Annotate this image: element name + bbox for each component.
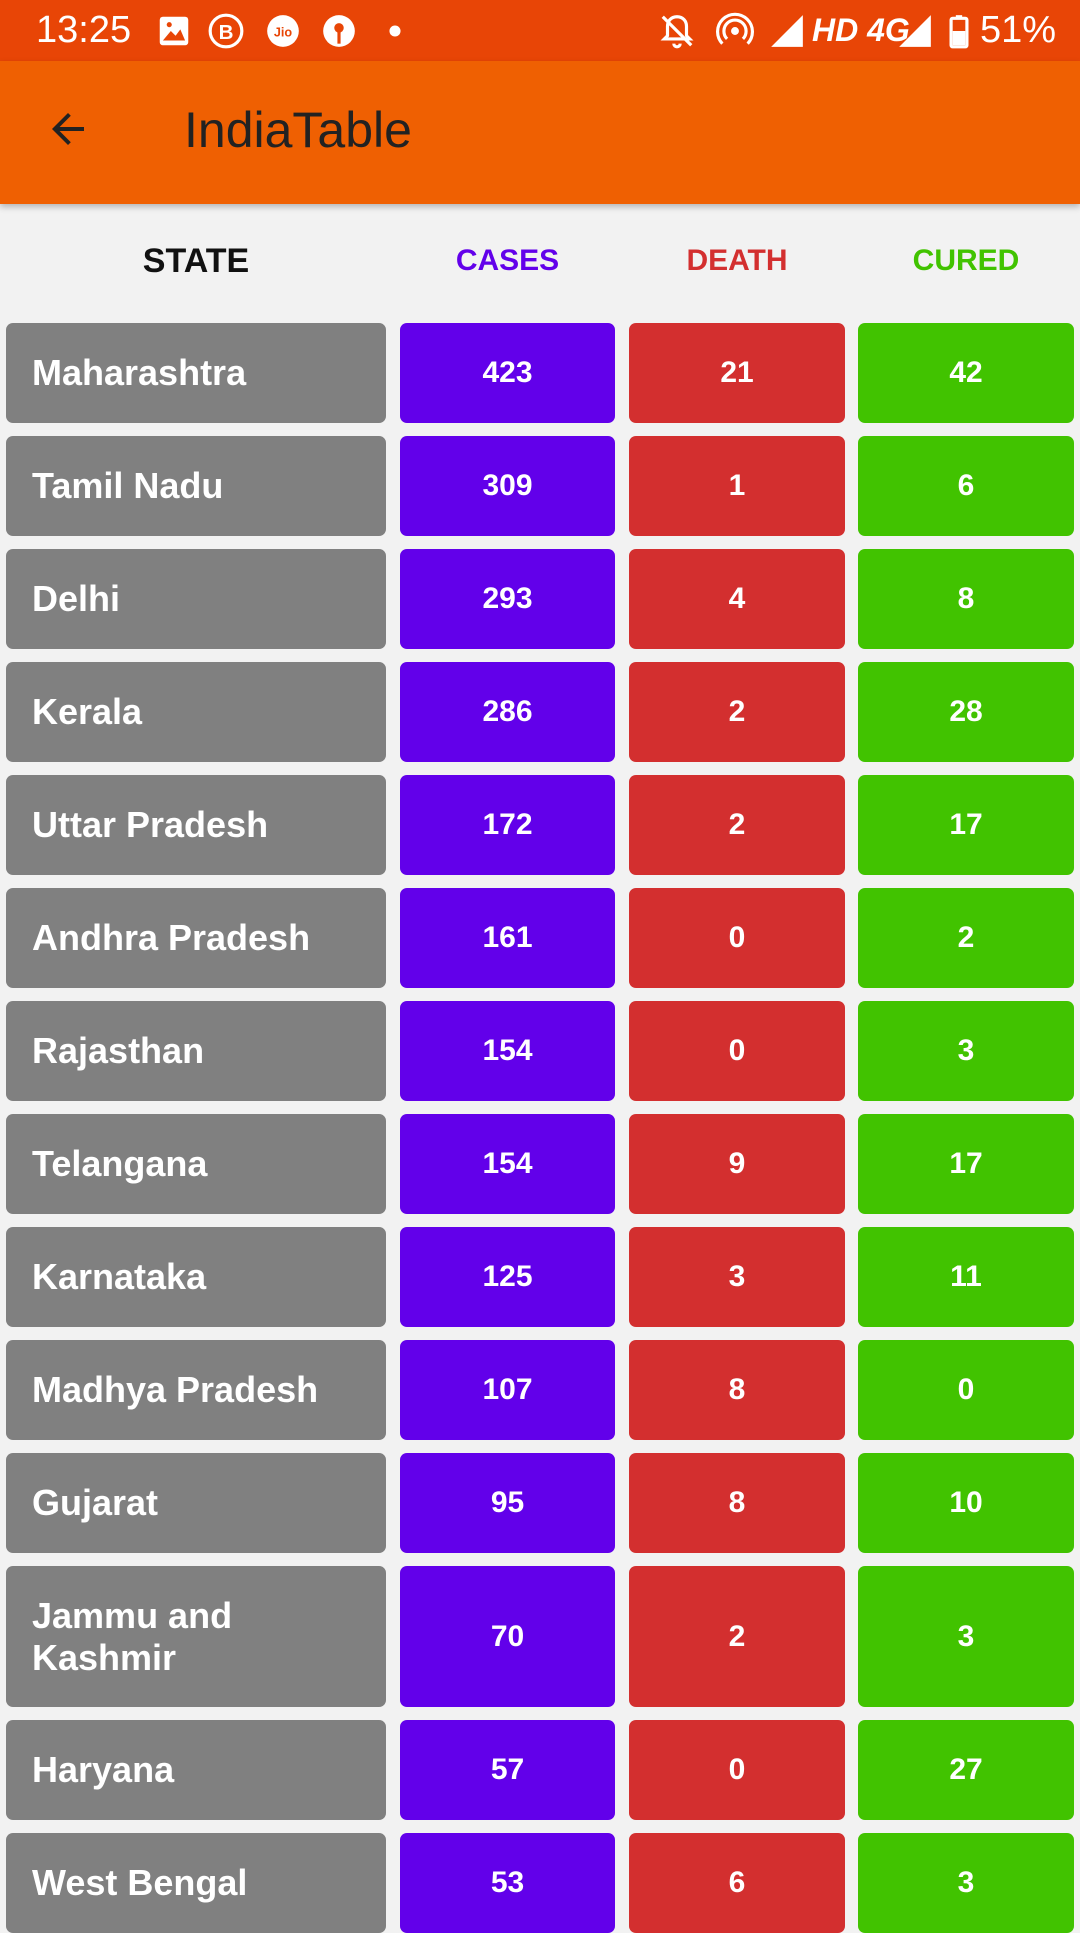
- table-row[interactable]: Rajasthan 154 0 3: [0, 1001, 1080, 1101]
- cured-cell: 42: [858, 323, 1074, 423]
- cured-cell: 2: [858, 888, 1074, 988]
- cured-cell: 3: [858, 1001, 1074, 1101]
- state-cell: Delhi: [6, 549, 386, 649]
- cured-cell: 10: [858, 1453, 1074, 1553]
- cases-cell: 286: [400, 662, 615, 762]
- table-row[interactable]: Jammu and Kashmir 70 2 3: [0, 1566, 1080, 1707]
- cases-cell: 107: [400, 1340, 615, 1440]
- death-cell: 1: [629, 436, 845, 536]
- state-cell: Andhra Pradesh: [6, 888, 386, 988]
- table-header: STATE CASES DEATH CURED: [0, 236, 1080, 286]
- death-cell: 2: [629, 1566, 845, 1707]
- cases-cell: 57: [400, 1720, 615, 1820]
- death-cell: 9: [629, 1114, 845, 1214]
- app-title: IndiaTable: [184, 102, 412, 158]
- battery-level: 51%: [980, 9, 1057, 51]
- table-row[interactable]: Kerala 286 2 28: [0, 662, 1080, 762]
- state-cell: West Bengal: [6, 1833, 386, 1933]
- header-death: DEATH: [686, 244, 788, 277]
- state-cell: Madhya Pradesh: [6, 1340, 386, 1440]
- death-cell: 8: [629, 1453, 845, 1553]
- cases-cell: 70: [400, 1566, 615, 1707]
- cases-cell: 154: [400, 1114, 615, 1214]
- signal-icon-2: [899, 15, 931, 47]
- cured-cell: 28: [858, 662, 1074, 762]
- table-row[interactable]: Delhi 293 4 8: [0, 549, 1080, 649]
- table-row[interactable]: Telangana 154 9 17: [0, 1114, 1080, 1214]
- cured-cell: 27: [858, 1720, 1074, 1820]
- cured-cell: 0: [858, 1340, 1074, 1440]
- table-row[interactable]: Maharashtra 423 21 42: [0, 323, 1080, 423]
- table-row[interactable]: Karnataka 125 3 11: [0, 1227, 1080, 1327]
- status-bar: 13:25 B Jio HD 4G 51%: [0, 0, 1080, 61]
- svg-text:Jio: Jio: [274, 26, 293, 40]
- state-cell: Uttar Pradesh: [6, 775, 386, 875]
- death-cell: 21: [629, 323, 845, 423]
- table-row[interactable]: Tamil Nadu 309 1 6: [0, 436, 1080, 536]
- table-row[interactable]: Haryana 57 0 27: [0, 1720, 1080, 1820]
- cases-cell: 293: [400, 549, 615, 649]
- cured-cell: 3: [858, 1833, 1074, 1933]
- cases-cell: 309: [400, 436, 615, 536]
- app-bar: IndiaTable: [0, 61, 1080, 204]
- back-arrow-icon: [52, 113, 84, 145]
- cases-cell: 125: [400, 1227, 615, 1327]
- table-row[interactable]: West Bengal 53 6 3: [0, 1833, 1080, 1933]
- death-cell: 3: [629, 1227, 845, 1327]
- cured-cell: 6: [858, 436, 1074, 536]
- state-cell: Rajasthan: [6, 1001, 386, 1101]
- state-cell: Jammu and Kashmir: [6, 1566, 386, 1707]
- death-cell: 2: [629, 775, 845, 875]
- state-cell: Kerala: [6, 662, 386, 762]
- hotspot-icon: [716, 12, 754, 45]
- jio-icon: Jio: [267, 15, 299, 47]
- header-state: STATE: [142, 241, 250, 280]
- death-cell: 0: [629, 1001, 845, 1101]
- death-cell: 0: [629, 1720, 845, 1820]
- bank-icon: [323, 15, 355, 47]
- dot-icon: [389, 25, 401, 37]
- header-cases: CASES: [455, 244, 560, 277]
- battery-icon: [949, 15, 969, 49]
- cases-cell: 423: [400, 323, 615, 423]
- table-row[interactable]: Madhya Pradesh 107 8 0: [0, 1340, 1080, 1440]
- death-cell: 6: [629, 1833, 845, 1933]
- status-time: 13:25: [36, 9, 132, 51]
- signal-icon: [771, 15, 803, 47]
- cases-cell: 154: [400, 1001, 615, 1101]
- state-cell: Telangana: [6, 1114, 386, 1214]
- cases-cell: 172: [400, 775, 615, 875]
- cured-cell: 11: [858, 1227, 1074, 1327]
- image-icon: [159, 16, 189, 46]
- mute-icon: [660, 15, 694, 49]
- b-icon: B: [208, 13, 244, 49]
- state-cell: Karnataka: [6, 1227, 386, 1327]
- back-button[interactable]: [30, 91, 106, 167]
- table-row[interactable]: Gujarat 95 8 10: [0, 1453, 1080, 1553]
- table-row[interactable]: Uttar Pradesh 172 2 17: [0, 775, 1080, 875]
- cases-cell: 161: [400, 888, 615, 988]
- state-cell: Tamil Nadu: [6, 436, 386, 536]
- table-row[interactable]: Andhra Pradesh 161 0 2: [0, 888, 1080, 988]
- cured-cell: 8: [858, 549, 1074, 649]
- cured-cell: 17: [858, 775, 1074, 875]
- header-cured: CURED: [912, 244, 1020, 277]
- death-cell: 0: [629, 888, 845, 988]
- state-cell: Maharashtra: [6, 323, 386, 423]
- cured-cell: 17: [858, 1114, 1074, 1214]
- cases-cell: 95: [400, 1453, 615, 1553]
- death-cell: 8: [629, 1340, 845, 1440]
- death-cell: 2: [629, 662, 845, 762]
- svg-text:B: B: [219, 21, 234, 44]
- cases-cell: 53: [400, 1833, 615, 1933]
- death-cell: 4: [629, 549, 845, 649]
- cured-cell: 3: [858, 1566, 1074, 1707]
- state-cell: Gujarat: [6, 1453, 386, 1553]
- state-cell: Haryana: [6, 1720, 386, 1820]
